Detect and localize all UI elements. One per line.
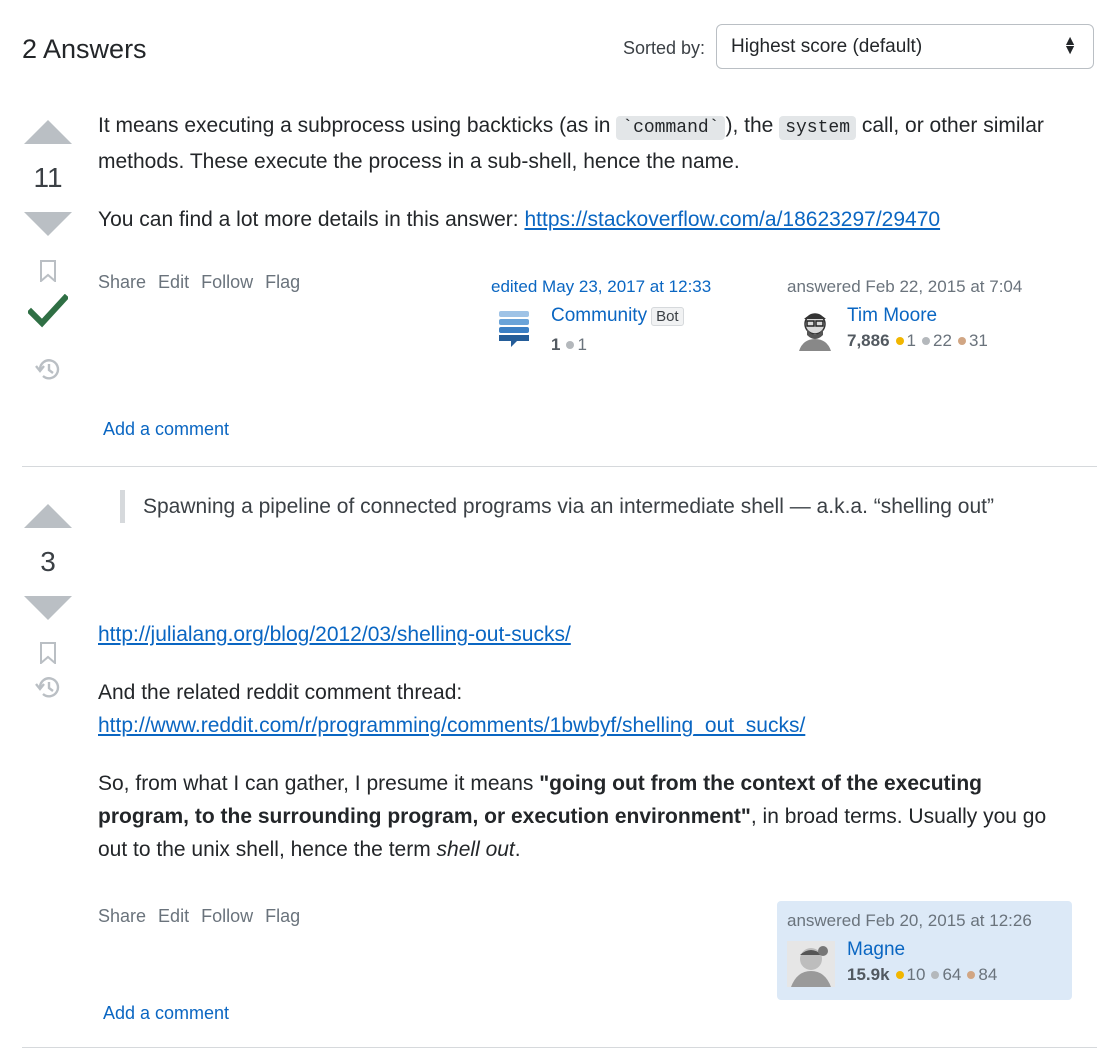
answer-link[interactable]: http://julialang.org/blog/2012/03/shelli… — [98, 623, 571, 646]
answer-paragraph: It means executing a subprocess using ba… — [98, 109, 1078, 178]
flag-link[interactable]: Flag — [265, 906, 300, 926]
select-arrows-icon: ▲ ▼ — [1063, 32, 1077, 57]
text-span: And the related reddit comment thread: — [98, 681, 463, 704]
history-icon[interactable] — [22, 356, 74, 382]
flag-link[interactable]: Flag — [265, 272, 300, 292]
sort-select[interactable]: Highest score (default) ▲ ▼ — [716, 24, 1094, 69]
answer-paragraph: And the related reddit comment thread: ht… — [98, 676, 1078, 742]
bookmark-icon[interactable] — [39, 260, 57, 282]
answer-divider — [22, 466, 1097, 467]
author-name[interactable]: Tim Moore — [847, 305, 937, 327]
bookmark-icon[interactable] — [39, 642, 57, 664]
author-reputation: 7,886 1 22 31 — [847, 331, 988, 351]
silver-badge-count: 22 — [933, 331, 952, 350]
author-name[interactable]: Magne — [847, 939, 905, 961]
reputation-score: 15.9k — [847, 965, 890, 984]
silver-badge-icon — [922, 336, 931, 345]
edited-timestamp-link[interactable]: edited May 23, 2017 at 12:33 — [491, 277, 771, 297]
silver-badge-icon — [566, 340, 575, 349]
vote-count: 3 — [40, 546, 56, 577]
blockquote-text: Spawning a pipeline of connected program… — [143, 495, 994, 518]
author-signature: answered Feb 22, 2015 at 7:04 Tim Moore … — [787, 277, 1077, 357]
gold-badge-count: 1 — [906, 331, 917, 350]
upvote-arrow-icon[interactable] — [24, 504, 72, 528]
silver-badge-count: 1 — [577, 335, 587, 354]
editor-name[interactable]: Community Bot — [551, 305, 684, 327]
sort-select-value: Highest score (default) — [731, 36, 923, 57]
editor-reputation: 11 — [551, 335, 587, 355]
user-avatar[interactable] — [787, 941, 835, 987]
author-user: Tim Moore 7,886 1 22 31 — [787, 305, 1087, 355]
text-span: So, from what I can gather, I presume it… — [98, 772, 540, 795]
gold-badge-icon — [895, 336, 904, 345]
bronze-badge-count: 84 — [978, 965, 998, 984]
downvote-arrow-icon[interactable] — [24, 596, 72, 620]
answer-paragraph: http://julialang.org/blog/2012/03/shelli… — [98, 618, 1078, 651]
follow-link[interactable]: Follow — [201, 272, 253, 292]
post-menu: Share Edit Follow Flag — [98, 272, 312, 293]
answer-body: http://julialang.org/blog/2012/03/shelli… — [98, 618, 1078, 866]
post-menu: Share Edit Follow Flag — [98, 906, 312, 927]
text-span: ), the — [725, 114, 780, 137]
vote-cell: 11 — [22, 120, 74, 382]
silver-badge-icon — [931, 970, 940, 979]
text-span: It means executing a subprocess using ba… — [98, 114, 617, 137]
follow-link[interactable]: Follow — [201, 906, 253, 926]
edit-link[interactable]: Edit — [158, 272, 189, 292]
editor-name-text[interactable]: Community — [551, 305, 647, 326]
accepted-checkmark-icon — [22, 294, 74, 328]
italic-text: shell out — [436, 838, 515, 861]
reputation-score: 7,886 — [847, 331, 890, 350]
reputation-score: 1 — [551, 335, 561, 354]
answer-link[interactable]: https://stackoverflow.com/a/18623297/294… — [524, 208, 940, 231]
gold-badge-icon — [895, 970, 904, 979]
answers-header: 2 Answers Sorted by: Highest score (defa… — [22, 22, 1097, 78]
text-span: You can find a lot more details in this … — [98, 208, 525, 231]
editor-signature: edited May 23, 2017 at 12:33 Community Bo… — [491, 277, 771, 357]
bronze-badge-count: 31 — [968, 331, 988, 350]
bronze-badge-icon — [957, 336, 966, 345]
vote-cell: 3 — [22, 504, 74, 700]
edit-link[interactable]: Edit — [158, 906, 189, 926]
add-comment-link[interactable]: Add a comment — [103, 419, 229, 440]
author-reputation: 15.9k 10 64 84 — [847, 965, 997, 985]
bronze-badge-icon — [967, 970, 976, 979]
downvote-arrow-icon[interactable] — [24, 212, 72, 236]
answered-timestamp: answered Feb 20, 2015 at 12:26 — [787, 911, 1032, 930]
text-span: . — [514, 838, 521, 861]
silver-badge-count: 64 — [942, 965, 962, 984]
user-avatar[interactable] — [793, 307, 837, 351]
answer-link[interactable]: http://www.reddit.com/r/programming/comm… — [98, 714, 805, 737]
answer-body: It means executing a subprocess using ba… — [98, 109, 1078, 236]
author-user: Magne 15.9k 10 64 84 — [787, 939, 1087, 989]
bot-tag: Bot — [651, 307, 684, 326]
sort-label: Sorted by: — [623, 38, 706, 58]
vote-count: 11 — [33, 162, 63, 193]
author-signature: answered Feb 20, 2015 at 12:26 Magne 15.… — [787, 911, 1067, 991]
inline-code: `command` — [616, 116, 726, 140]
inline-code: system — [779, 116, 856, 140]
add-comment-link[interactable]: Add a comment — [103, 1003, 229, 1024]
answer-blockquote: Spawning a pipeline of connected program… — [120, 490, 1043, 523]
community-avatar[interactable] — [499, 311, 529, 349]
upvote-arrow-icon[interactable] — [24, 120, 72, 144]
answer-divider — [22, 1047, 1097, 1048]
answer-paragraph: You can find a lot more details in this … — [98, 203, 1078, 236]
share-link[interactable]: Share — [98, 272, 146, 292]
editor-user: Community Bot 11 — [491, 305, 791, 355]
gold-badge-count: 10 — [906, 965, 926, 984]
answer-paragraph: So, from what I can gather, I presume it… — [98, 767, 1078, 866]
answered-timestamp: answered Feb 22, 2015 at 7:04 — [787, 277, 1023, 296]
share-link[interactable]: Share — [98, 906, 146, 926]
answers-count-title: 2 Answers — [22, 34, 147, 64]
history-icon[interactable] — [22, 674, 74, 700]
